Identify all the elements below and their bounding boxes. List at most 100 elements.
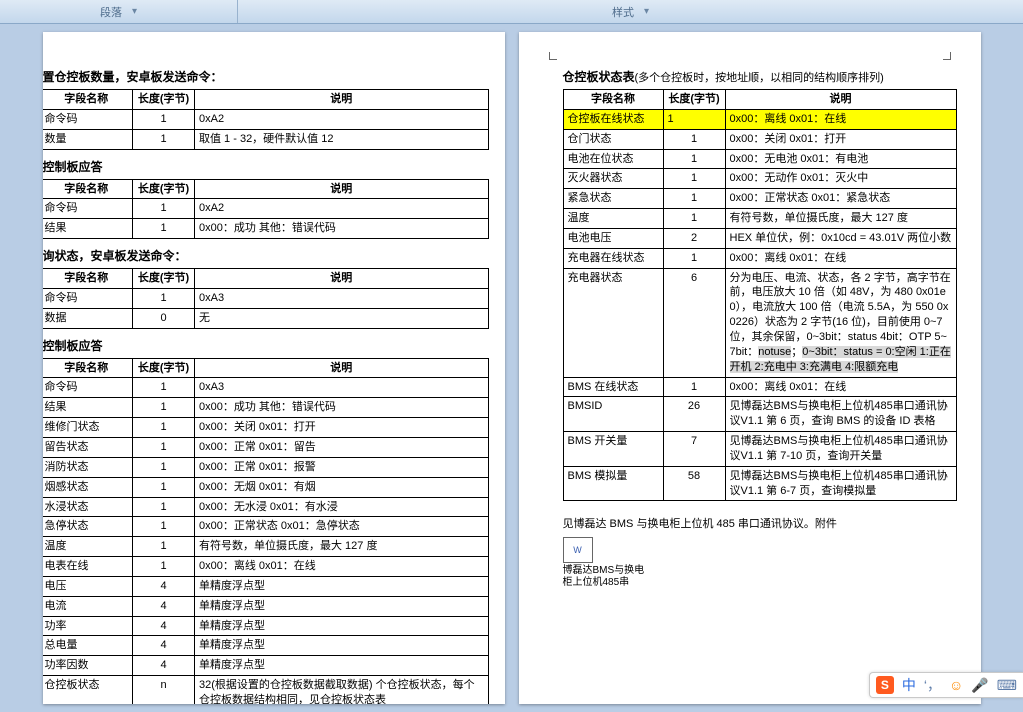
cell: 仓控板状态 — [43, 676, 133, 704]
table-row: 烟感状态10x00：无烟 0x01：有烟 — [43, 477, 489, 497]
table-row: BMS 在线状态10x00：离线 0x01：在线 — [563, 377, 956, 397]
cell: 0x00：正常 0x01：报警 — [195, 457, 489, 477]
table-row: 水浸状态10x00：无水浸 0x01：有水浸 — [43, 497, 489, 517]
cell: 功率 — [43, 616, 133, 636]
th: 说明 — [195, 358, 489, 378]
cell: 2 — [663, 228, 725, 248]
cell: 1 — [133, 109, 195, 129]
cell: 0x00：关闭 0x01：打开 — [195, 418, 489, 438]
ime-punct-icon[interactable]: ‘， — [924, 675, 941, 695]
page-right: 仓控板状态表(多个仓控板时，按地址顺，以相同的结构顺序排列) 字段名称长度(字节… — [519, 32, 981, 704]
cell: 0x00：正常 0x01：留告 — [195, 437, 489, 457]
cell: 0x00：离线 0x01：在线 — [195, 557, 489, 577]
ime-logo-icon[interactable]: S — [876, 676, 894, 694]
cell: 0xA3 — [195, 378, 489, 398]
cell: 0x00：离线 0x01：在线 — [725, 377, 956, 397]
ime-mode-zhong[interactable]: 中 — [902, 675, 916, 695]
cell: 分为电压、电流、状态，各 2 字节，高字节在前，电压放大 10 倍（如 48V，… — [725, 268, 956, 377]
expand-styles-icon[interactable]: ▾ — [644, 6, 649, 17]
ime-mic-icon[interactable]: 🎤 — [971, 677, 988, 694]
th: 长度(字节) — [663, 90, 725, 110]
cell: 温度 — [563, 209, 663, 229]
cell: 1 — [663, 129, 725, 149]
table-set-count-cmd: 字段名称长度(字节)说明 命令码10xA2 数量1取值 1 - 32，硬件默认值… — [43, 89, 489, 150]
cell: 仓控板在线状态 — [563, 109, 663, 129]
cell: 0xA3 — [195, 288, 489, 308]
cell: 4 — [133, 616, 195, 636]
table-row: 仓门状态10x00：关闭 0x01：打开 — [563, 129, 956, 149]
cell: 4 — [133, 636, 195, 656]
cell: 0 — [133, 308, 195, 328]
ribbon: 段落 ▾ 样式 ▾ — [0, 0, 1023, 24]
cell: 0xA2 — [195, 109, 489, 129]
expand-paragraph-icon[interactable]: ▾ — [132, 6, 137, 17]
cell: n — [133, 676, 195, 704]
page-left: 置仓控板数量，安卓板发送命令： 字段名称长度(字节)说明 命令码10xA2 数量… — [43, 32, 505, 704]
cell: 1 — [133, 437, 195, 457]
cell: 1 — [663, 189, 725, 209]
th-len: 长度(字节) — [133, 90, 195, 110]
cell: 命令码 — [43, 199, 133, 219]
cell: 1 — [133, 497, 195, 517]
ime-keyboard-icon[interactable]: ⌨ — [997, 677, 1017, 694]
cell: 1 — [133, 288, 195, 308]
table-row: 充电器状态6分为电压、电流、状态，各 2 字节，高字节在前，电压放大 10 倍（… — [563, 268, 956, 377]
table-row: 电池电压2HEX 单位伏，例：0x10cd = 43.01V 两位小数 — [563, 228, 956, 248]
cell: 充电器在线状态 — [563, 248, 663, 268]
cell: 0x00：无动作 0x01：灭火中 — [725, 169, 956, 189]
attachment-filename: 博磊达BMS与换电柜上位机485串 — [563, 565, 653, 589]
table-query-cmd: 字段名称长度(字节)说明 命令码10xA3 数据0无 — [43, 268, 489, 329]
cell: 电压 — [43, 576, 133, 596]
cell: 1 — [133, 199, 195, 219]
cell: 有符号数，单位摄氏度，最大 127 度 — [195, 537, 489, 557]
cell: 6 — [663, 268, 725, 377]
table-row: 结果10x00：成功 其他：错误代码 — [43, 398, 489, 418]
th: 说明 — [195, 269, 489, 289]
section-title: 询状态，安卓板发送命令： — [43, 247, 491, 264]
cell: 总电量 — [43, 636, 133, 656]
th: 字段名称 — [43, 269, 133, 289]
table-row: 维修门状态10x00：关闭 0x01：打开 — [43, 418, 489, 438]
table-row: 灭火器状态10x00：无动作 0x01：灭火中 — [563, 169, 956, 189]
title-text: 仓控板状态表 — [563, 70, 635, 84]
cell: 功率因数 — [43, 656, 133, 676]
cell: 1 — [663, 377, 725, 397]
th-name: 字段名称 — [43, 90, 133, 110]
ribbon-label: 段落 — [100, 4, 122, 20]
ribbon-group-styles[interactable]: 样式 ▾ — [238, 0, 1023, 23]
cell: 0x00：无水浸 0x01：有水浸 — [195, 497, 489, 517]
section-title: 控制板应答 — [43, 158, 491, 175]
attachment-file-icon[interactable]: W — [563, 537, 593, 563]
cell: 0x00：正常状态 0x01：急停状态 — [195, 517, 489, 537]
cell: 结果 — [43, 398, 133, 418]
cell: 1 — [133, 537, 195, 557]
table-row: 温度1有符号数，单位摄氏度，最大 127 度 — [43, 537, 489, 557]
ime-emoji-icon[interactable]: ☺ — [949, 677, 963, 693]
table-set-count-ack: 字段名称长度(字节)说明 命令码10xA2 结果10x00：成功 其他：错误代码 — [43, 179, 489, 240]
cell: 1 — [133, 418, 195, 438]
table-cabin-status: 字段名称长度(字节)说明 仓控板在线状态10x00：离线 0x01：在线仓门状态… — [563, 89, 957, 501]
table-row: 电流4单精度浮点型 — [43, 596, 489, 616]
ribbon-group-paragraph[interactable]: 段落 ▾ — [0, 0, 237, 23]
cell: 见博磊达BMS与换电柜上位机485串口通讯协议V1.1 第 7-10 页，查询开… — [725, 432, 956, 467]
cell: 1 — [133, 129, 195, 149]
cell: 紧急状态 — [563, 189, 663, 209]
table-row: 仓控板状态n32(根据设置的仓控板数据截取数据) 个仓控板状态，每个仓控板数据结… — [43, 676, 489, 704]
cell: 留告状态 — [43, 437, 133, 457]
table-row: 电池在位状态10x00：无电池 0x01：有电池 — [563, 149, 956, 169]
cell: 1 — [663, 149, 725, 169]
table-row: 总电量4单精度浮点型 — [43, 636, 489, 656]
cell: 0x00：无烟 0x01：有烟 — [195, 477, 489, 497]
cell: 1 — [133, 219, 195, 239]
cell: 1 — [133, 378, 195, 398]
cell: 数量 — [43, 129, 133, 149]
cell: 命令码 — [43, 288, 133, 308]
cell: BMSID — [563, 397, 663, 432]
cell: 26 — [663, 397, 725, 432]
th: 说明 — [725, 90, 956, 110]
th: 字段名称 — [43, 179, 133, 199]
cell: HEX 单位伏，例：0x10cd = 43.01V 两位小数 — [725, 228, 956, 248]
ime-toolbar[interactable]: S 中 ‘， ☺ 🎤 ⌨ — [869, 672, 1023, 698]
cell: 温度 — [43, 537, 133, 557]
cell: 见博磊达BMS与换电柜上位机485串口通讯协议V1.1 第 6 页，查询 BMS… — [725, 397, 956, 432]
